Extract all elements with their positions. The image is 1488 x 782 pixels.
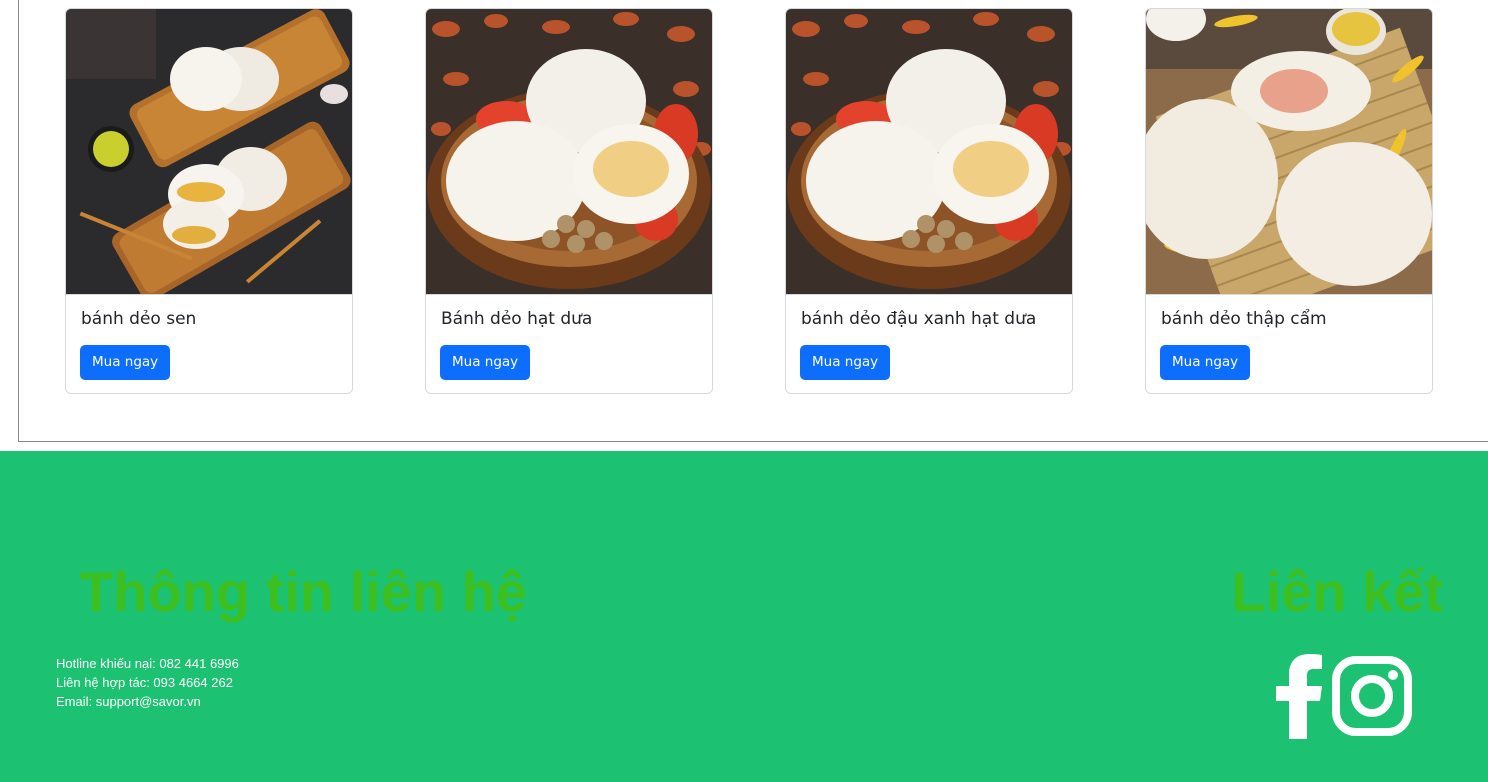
partner-contact-text: Liên hệ hợp tác: 093 4664 262 — [56, 675, 233, 690]
buy-now-button[interactable]: Mua ngay — [440, 345, 531, 380]
instagram-icon[interactable] — [1332, 653, 1412, 739]
product-name: bánh dẻo sen — [81, 309, 197, 329]
buy-now-button[interactable]: Mua ngay — [80, 345, 171, 380]
product-name: bánh dẻo thập cẩm — [1161, 309, 1327, 329]
mooncake-mixed-photo — [1146, 9, 1432, 294]
product-image[interactable] — [66, 9, 352, 295]
contact-info: Hotline khiếu nại: 082 441 6996 Liên hệ … — [56, 654, 239, 711]
mooncake-lotus-photo — [66, 9, 352, 294]
product-card: bánh dẻo sen Mua ngay — [65, 8, 353, 394]
product-image[interactable] — [786, 9, 1072, 295]
product-section: bánh dẻo sen Mua ngay Bánh dẻo hạt dưa M… — [18, 0, 1488, 442]
mooncake-basket-photo — [426, 9, 712, 294]
hotline-text: Hotline khiếu nại: 082 441 6996 — [56, 656, 239, 671]
buy-now-button[interactable]: Mua ngay — [1160, 345, 1251, 380]
email-text: Email: support@savor.vn — [56, 694, 201, 709]
product-image[interactable] — [1146, 9, 1432, 295]
contact-heading: Thông tin liên hệ — [79, 560, 527, 623]
mooncake-basket-photo — [786, 9, 1072, 294]
product-card: bánh dẻo thập cẩm Mua ngay — [1145, 8, 1433, 394]
product-name: bánh dẻo đậu xanh hạt dưa — [801, 309, 1037, 329]
product-image[interactable] — [426, 9, 712, 295]
product-name: Bánh dẻo hạt dưa — [441, 309, 593, 329]
links-heading: Liên kết — [1231, 560, 1443, 623]
buy-now-button[interactable]: Mua ngay — [800, 345, 891, 380]
footer: Thông tin liên hệ Hotline khiếu nại: 082… — [0, 451, 1488, 782]
facebook-icon[interactable] — [1273, 653, 1325, 739]
product-card: bánh dẻo đậu xanh hạt dưa Mua ngay — [785, 8, 1073, 394]
page: bánh dẻo sen Mua ngay Bánh dẻo hạt dưa M… — [0, 0, 1488, 782]
product-card: Bánh dẻo hạt dưa Mua ngay — [425, 8, 713, 394]
